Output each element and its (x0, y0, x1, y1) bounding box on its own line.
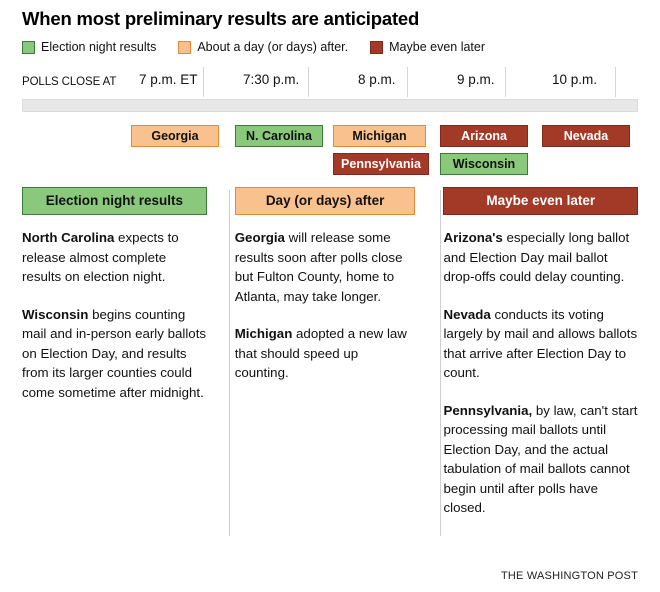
infographic-root: When most preliminary results are antici… (0, 0, 660, 592)
legend-item-orange: About a day (or days) after. (178, 40, 349, 55)
detail-columns: Election night results North Carolina exp… (22, 187, 638, 539)
column-divider-2 (440, 190, 441, 537)
legend-item-green: Election night results (22, 40, 157, 55)
column-body-3: Arizona's especially long ballot and Ele… (443, 228, 638, 518)
column-divider-1 (229, 190, 230, 537)
legend-item-label: Election night results (41, 40, 157, 55)
paragraph-lead: North Carolina (22, 230, 115, 246)
state-badge-georgia[interactable]: Georgia (131, 125, 219, 148)
legend-item-darkred: Maybe even later (370, 40, 486, 55)
paragraph: Nevada conducts its voting largely by ma… (443, 305, 638, 383)
timeline-divider-1 (308, 67, 309, 98)
column-header-2: Day (or days) after (234, 187, 416, 216)
timeline-gray-bar (22, 99, 638, 113)
footer-credit: THE WASHINGTON POST (500, 570, 638, 582)
column-body-2: Georgia will release some results soon a… (235, 228, 416, 383)
state-badge-n-carolina[interactable]: N. Carolina (235, 125, 323, 148)
paragraph: Georgia will release some results soon a… (235, 228, 416, 306)
legend-item-label: About a day (or days) after. (197, 40, 349, 55)
legend: Election night results About a day (or da… (22, 40, 638, 55)
paragraph-lead: Michigan (234, 326, 293, 342)
paragraph-text: by law, can't start processing mail ball… (443, 402, 638, 516)
state-badge-pennsylvania[interactable]: Pennsylvania (333, 153, 429, 176)
state-badge-michigan[interactable]: Michigan (333, 125, 426, 148)
column-3: Maybe even later Arizona's especially lon… (429, 187, 638, 539)
timeline-slot-5: 10 p.m. (552, 72, 598, 88)
timeline-divider-2 (407, 67, 408, 98)
state-badge-nevada[interactable]: Nevada (542, 125, 630, 148)
paragraph-lead: Georgia (234, 230, 285, 246)
orange-swatch-icon (178, 41, 192, 55)
paragraph: Wisconsin begins counting mail and in-pe… (22, 305, 207, 403)
paragraph: Pennsylvania, by law, can't start proces… (443, 401, 638, 518)
green-swatch-icon (22, 41, 35, 55)
column-body-1: North Carolina expects to release almost… (22, 228, 207, 402)
timeline-slot-4: 9 p.m. (457, 72, 495, 88)
timeline-divider-3 (505, 67, 506, 98)
paragraph-lead: Pennsylvania, (443, 402, 533, 418)
paragraph-lead: Arizona's (443, 230, 503, 246)
timeline-slot-1: 7 p.m. ET (139, 72, 198, 88)
column-1: Election night results North Carolina exp… (22, 187, 221, 539)
paragraph: North Carolina expects to release almost… (22, 228, 207, 287)
polls-close-label: POLLS CLOSE AT (22, 76, 117, 89)
state-badge-arizona[interactable]: Arizona (440, 125, 528, 148)
column-header-3: Maybe even later (443, 187, 638, 216)
paragraph: Arizona's especially long ballot and Ele… (443, 228, 638, 287)
column-header-1: Election night results (22, 187, 207, 216)
paragraph-lead: Wisconsin (22, 306, 89, 322)
paragraph: Michigan adopted a new law that should s… (235, 324, 416, 383)
timeline-header: POLLS CLOSE AT 7 p.m. ET 7:30 p.m. 8 p.m. 9… (22, 67, 638, 98)
column-2: Day (or days) after Georgia will release … (221, 187, 430, 539)
timeline-divider-4 (615, 67, 616, 98)
state-badges-area: Georgia N. Carolina Michigan Pennsylvania Ar… (22, 117, 638, 187)
timeline-slot-2: 7:30 p.m. (243, 72, 300, 88)
paragraph-lead: Nevada (443, 306, 491, 322)
timeline-slot-3: 8 p.m. (358, 72, 396, 88)
legend-item-label: Maybe even later (389, 40, 486, 55)
timeline-divider-0 (203, 67, 204, 98)
darkred-swatch-icon (370, 41, 384, 55)
state-badge-wisconsin[interactable]: Wisconsin (440, 153, 528, 176)
page-title: When most preliminary results are antici… (22, 8, 420, 29)
